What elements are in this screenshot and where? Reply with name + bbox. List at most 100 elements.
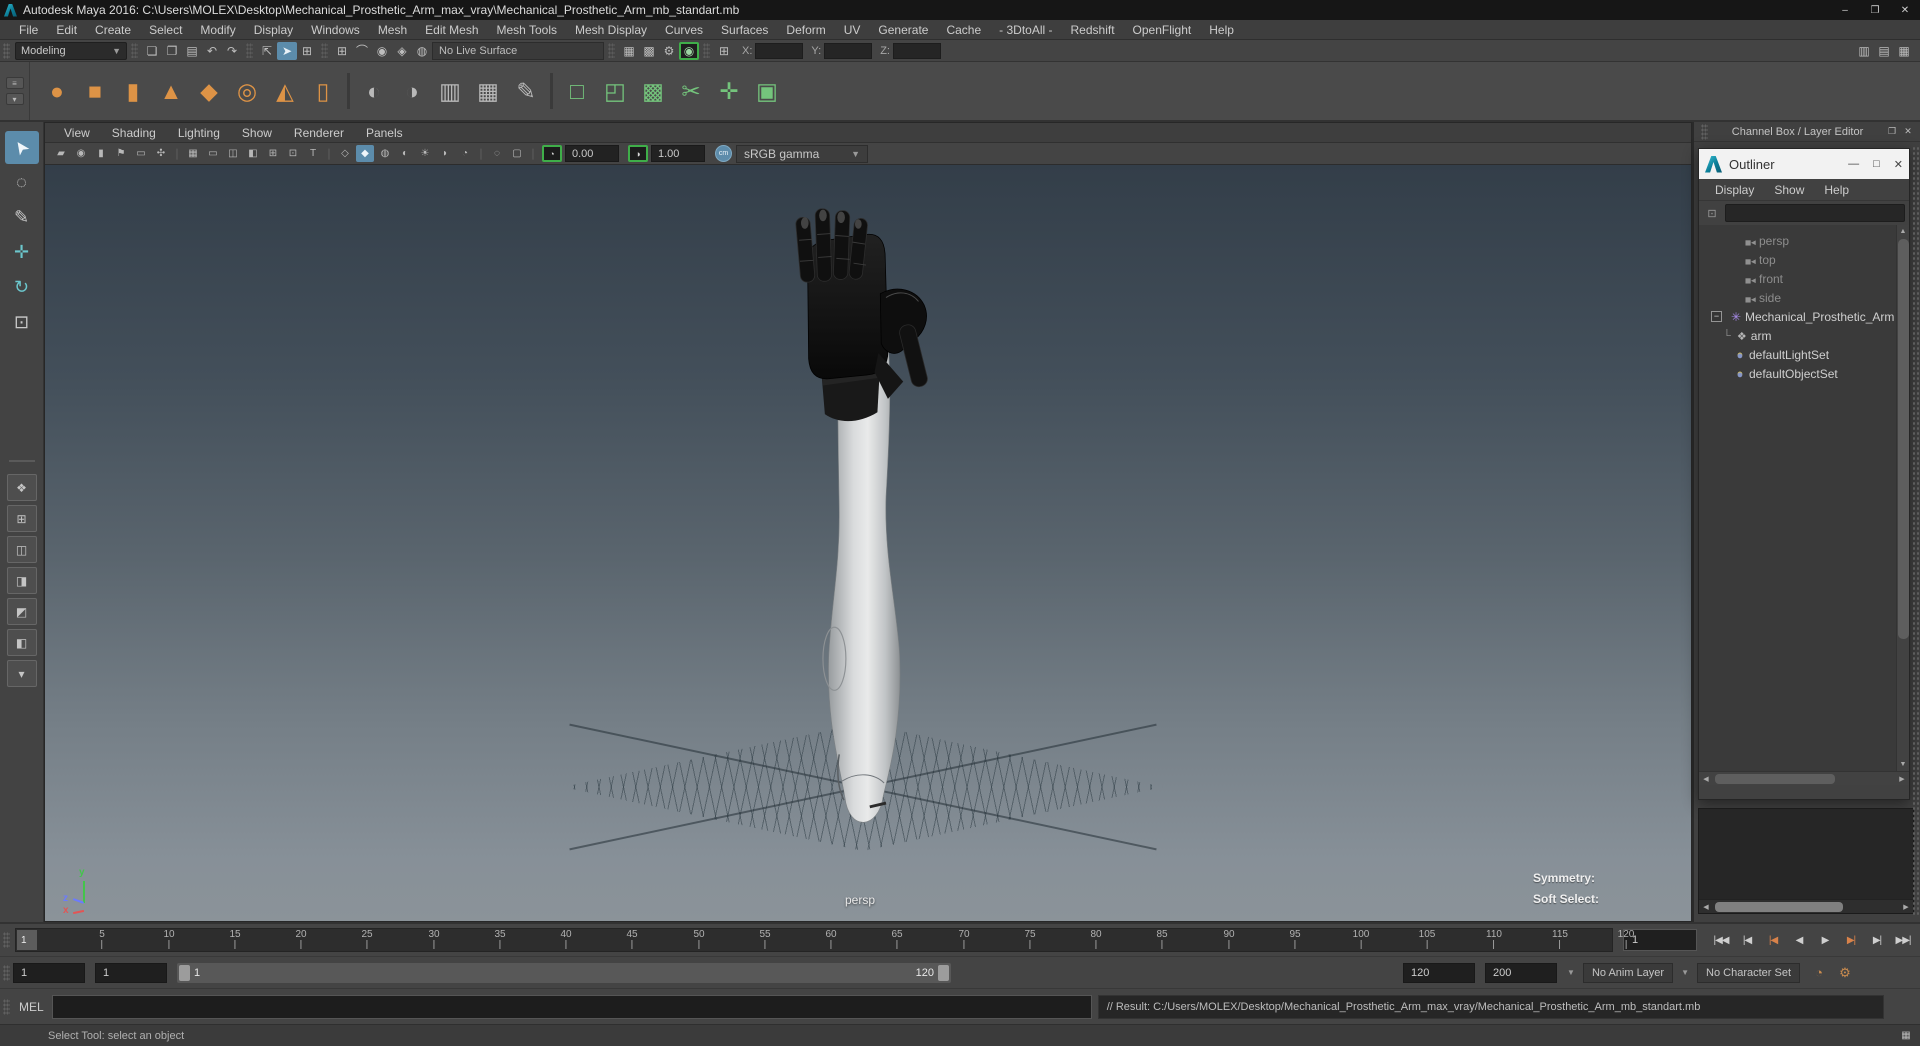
- play-backwards-button[interactable]: ◀: [1787, 929, 1811, 951]
- perspective-viewport[interactable]: View Shading Lighting Show Renderer Panels ▰ ◉…: [44, 122, 1692, 922]
- make-live-button[interactable]: ◍: [412, 42, 432, 60]
- poly-sphere-button[interactable]: ●: [38, 71, 76, 111]
- chevron-down-icon[interactable]: ▼: [1681, 968, 1689, 977]
- z-coordinate-input[interactable]: [892, 42, 941, 59]
- textured-button[interactable]: ◍: [376, 145, 394, 162]
- script-editor-button[interactable]: ▦: [1896, 1028, 1916, 1044]
- menu-item[interactable]: Cache: [937, 20, 990, 40]
- menu-set-dropdown[interactable]: Modeling ▼: [15, 41, 127, 60]
- scrollbar-thumb[interactable]: [1898, 239, 1909, 639]
- scroll-left-icon[interactable]: ◀: [1699, 775, 1713, 783]
- range-start-handle[interactable]: [179, 964, 190, 981]
- render-settings-button[interactable]: ⚙: [659, 42, 679, 60]
- go-to-start-button[interactable]: |◀◀: [1709, 929, 1733, 951]
- panel-grip[interactable]: [1701, 123, 1708, 140]
- menu-item[interactable]: Modify: [191, 20, 244, 40]
- field-chart-button[interactable]: ⊞: [264, 145, 282, 162]
- playback-start-field[interactable]: 1: [95, 962, 167, 983]
- boolean-button[interactable]: ▩: [634, 71, 672, 111]
- step-forward-frame-button[interactable]: ▶|: [1865, 929, 1889, 951]
- isolate-select-button[interactable]: ◌: [488, 145, 506, 162]
- viewport-menu-item[interactable]: Panels: [355, 123, 414, 143]
- bridge-button[interactable]: ▦: [469, 71, 507, 111]
- scroll-right-icon[interactable]: ▶: [1899, 903, 1913, 911]
- wireframe-button[interactable]: ◇: [336, 145, 354, 162]
- combine-button[interactable]: □: [558, 71, 596, 111]
- pan-zoom-button[interactable]: ✣: [152, 145, 170, 162]
- tool-settings-toggle[interactable]: ▤: [1874, 42, 1894, 60]
- search-filter-icon[interactable]: ⊡: [1703, 204, 1721, 222]
- live-surface-field[interactable]: No Live Surface: [432, 41, 604, 60]
- outliner-menu-item[interactable]: Show: [1764, 183, 1814, 197]
- command-language-toggle[interactable]: MEL: [19, 1000, 44, 1014]
- hypershade-persp-layout-button[interactable]: ◩: [6, 598, 37, 625]
- paint-select-tool[interactable]: ✎: [5, 201, 39, 234]
- menu-item[interactable]: Edit: [47, 20, 86, 40]
- play-forwards-button[interactable]: ▶: [1813, 929, 1837, 951]
- lasso-select-tool[interactable]: ◌: [5, 166, 39, 199]
- sculpt-tool-button[interactable]: ◐: [355, 71, 393, 111]
- menu-item[interactable]: UV: [835, 20, 870, 40]
- viewport-menu-item[interactable]: Lighting: [167, 123, 231, 143]
- scroll-left-icon[interactable]: ◀: [1699, 903, 1713, 911]
- outliner-item-mechanical-prosthetic-arm[interactable]: − Mechanical_Prosthetic_Arm: [1699, 307, 1896, 326]
- x-coordinate-input[interactable]: [755, 42, 804, 59]
- safe-title-button[interactable]: T: [304, 145, 322, 162]
- prosthetic-arm-model[interactable]: [779, 195, 951, 855]
- snap-to-point-button[interactable]: ◉: [372, 42, 392, 60]
- rotate-tool[interactable]: ↻: [5, 271, 39, 304]
- anim-layer-dropdown[interactable]: No Anim Layer: [1582, 962, 1674, 983]
- menu-item[interactable]: File: [10, 20, 47, 40]
- render-current-frame-button[interactable]: ▦: [619, 42, 639, 60]
- group-separator[interactable]: [608, 43, 615, 58]
- poly-pipe-button[interactable]: ▯: [304, 71, 342, 111]
- menu-item[interactable]: Curves: [656, 20, 712, 40]
- close-button[interactable]: ✕: [1890, 0, 1920, 20]
- menu-item[interactable]: Select: [140, 20, 191, 40]
- viewport-canvas[interactable]: y z x persp Symmetry: Off Soft Select: O…: [45, 165, 1691, 921]
- multi-cut-button[interactable]: ✂: [672, 71, 710, 111]
- persp-uv-layout-button[interactable]: ◧: [6, 629, 37, 656]
- y-coordinate-input[interactable]: [824, 42, 873, 59]
- step-forward-key-button[interactable]: ▶|: [1839, 929, 1863, 951]
- grid-toggle-button[interactable]: ▦: [184, 145, 202, 162]
- channel-box-tab[interactable]: Channel Box / Layer Editor: [1711, 126, 1884, 138]
- outliner-item-top[interactable]: top: [1699, 250, 1896, 269]
- curve-tool-button[interactable]: ✎: [507, 71, 545, 111]
- select-by-object-button[interactable]: ➤: [277, 41, 297, 60]
- outliner-menu-item[interactable]: Help: [1814, 183, 1859, 197]
- menu-item[interactable]: OpenFlight: [1124, 20, 1201, 40]
- smooth-mesh-button[interactable]: ◑: [393, 71, 431, 111]
- outliner-item-defaultlightset[interactable]: defaultLightSet: [1699, 345, 1896, 364]
- shadows-button[interactable]: ◗: [436, 145, 454, 162]
- safe-action-button[interactable]: ⊡: [284, 145, 302, 162]
- maximize-button[interactable]: ❐: [1860, 0, 1890, 20]
- view-transform-dropdown[interactable]: sRGB gamma ▼: [736, 144, 868, 163]
- menu-item[interactable]: Help: [1200, 20, 1243, 40]
- undo-button[interactable]: ↶: [202, 42, 222, 60]
- poly-cone-button[interactable]: ▲: [152, 71, 190, 111]
- menu-item[interactable]: Windows: [302, 20, 369, 40]
- select-by-hierarchy-button[interactable]: ⇱: [257, 42, 277, 60]
- outliner-title-bar[interactable]: Outliner — □ ✕: [1699, 149, 1909, 179]
- separate-button[interactable]: ◰: [596, 71, 634, 111]
- symmetry-button[interactable]: ⊞: [714, 42, 734, 60]
- timeline-ruler[interactable]: 1 5 10 15 20 25 30 35 40 45 50 55 60 65 …: [15, 928, 1634, 952]
- scrollbar-thumb[interactable]: [1715, 773, 1835, 784]
- select-by-component-button[interactable]: ⊞: [297, 42, 317, 60]
- chevron-down-icon[interactable]: ▼: [1567, 968, 1575, 977]
- viewport-menu-item[interactable]: Show: [231, 123, 283, 143]
- menu-item[interactable]: Mesh Tools: [488, 20, 566, 40]
- snap-to-grid-button[interactable]: ⊞: [332, 42, 352, 60]
- persp-outliner-layout-button[interactable]: ◫: [6, 536, 37, 563]
- group-separator[interactable]: [246, 43, 253, 58]
- viewport-menu-item[interactable]: Shading: [101, 123, 167, 143]
- auto-keyframe-toggle[interactable]: ◔: [1808, 963, 1830, 983]
- menu-item[interactable]: Edit Mesh: [416, 20, 487, 40]
- scroll-up-icon[interactable]: ▲: [1897, 225, 1909, 238]
- layer-editor-scrollbar[interactable]: ◀ ▶: [1699, 899, 1913, 913]
- quad-draw-button[interactable]: ▣: [748, 71, 786, 111]
- menu-item[interactable]: - 3DtoAll -: [990, 20, 1061, 40]
- toolbar-grip[interactable]: [3, 932, 10, 948]
- outliner-vertical-scrollbar[interactable]: ▲ ▼: [1896, 225, 1909, 771]
